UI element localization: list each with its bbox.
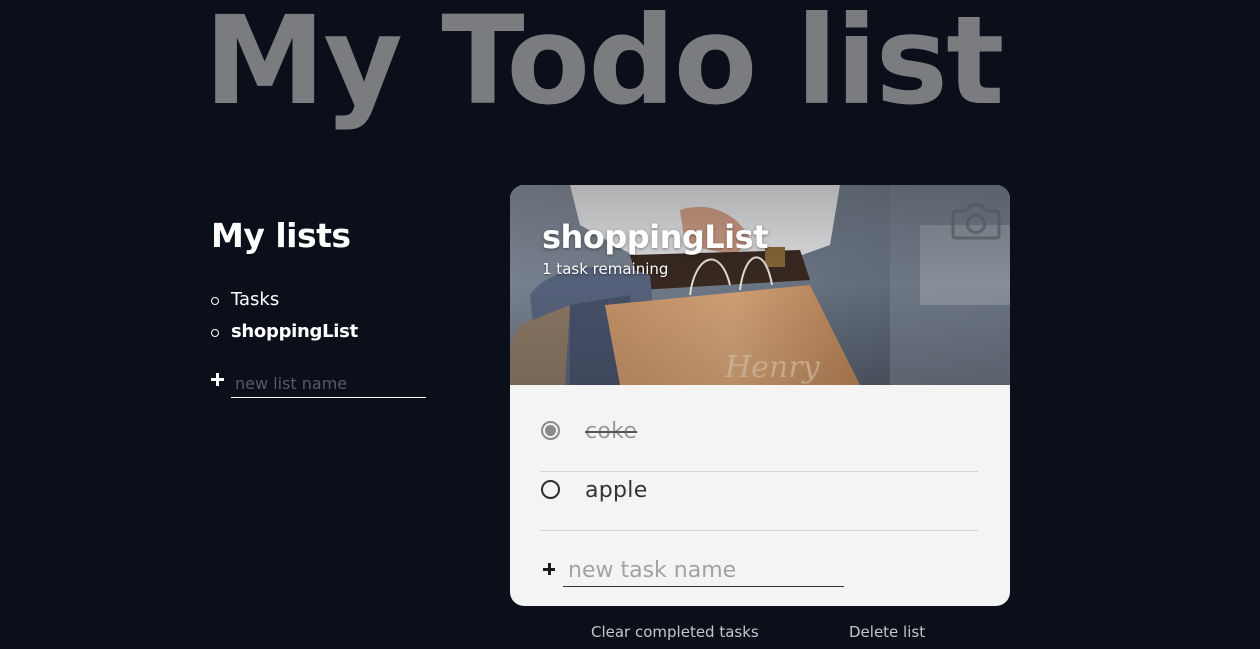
task-item[interactable]: coke	[540, 414, 978, 472]
todo-app: My Todo list My lists Tasks shoppingList	[0, 0, 1260, 649]
app-title: My Todo list	[204, 0, 1004, 132]
task-list: coke apple	[510, 385, 1010, 606]
clear-completed-button[interactable]: Clear completed tasks	[591, 620, 759, 644]
list-card: Henry shoppingList 1 task remaining coke	[510, 185, 1010, 606]
lists-panel: My lists Tasks shoppingList	[211, 214, 441, 400]
task-item[interactable]: apple	[540, 473, 978, 531]
new-list-input[interactable]	[231, 370, 426, 398]
new-task-input[interactable]	[563, 555, 844, 587]
task-label: coke	[585, 419, 638, 444]
plus-icon[interactable]	[211, 373, 224, 386]
plus-icon[interactable]	[543, 563, 555, 575]
list-item-shoppinglist[interactable]: shoppingList	[211, 316, 441, 348]
list-title: shoppingList	[542, 218, 768, 256]
list-item-tasks[interactable]: Tasks	[211, 284, 441, 316]
checkbox-checked-icon[interactable]	[541, 421, 560, 440]
new-list-form	[211, 370, 441, 400]
task-label: apple	[585, 478, 648, 503]
task-count: 1 task remaining	[542, 260, 669, 278]
camera-icon[interactable]	[950, 199, 1002, 241]
list-header: Henry shoppingList 1 task remaining	[510, 185, 1010, 385]
checkbox-unchecked-icon[interactable]	[541, 480, 560, 499]
list-actions: Clear completed tasks Delete list	[510, 620, 1010, 644]
new-task-form	[540, 555, 978, 606]
lists-heading: My lists	[211, 216, 351, 255]
delete-list-button[interactable]: Delete list	[849, 620, 925, 644]
lists-nav: Tasks shoppingList	[211, 284, 441, 348]
